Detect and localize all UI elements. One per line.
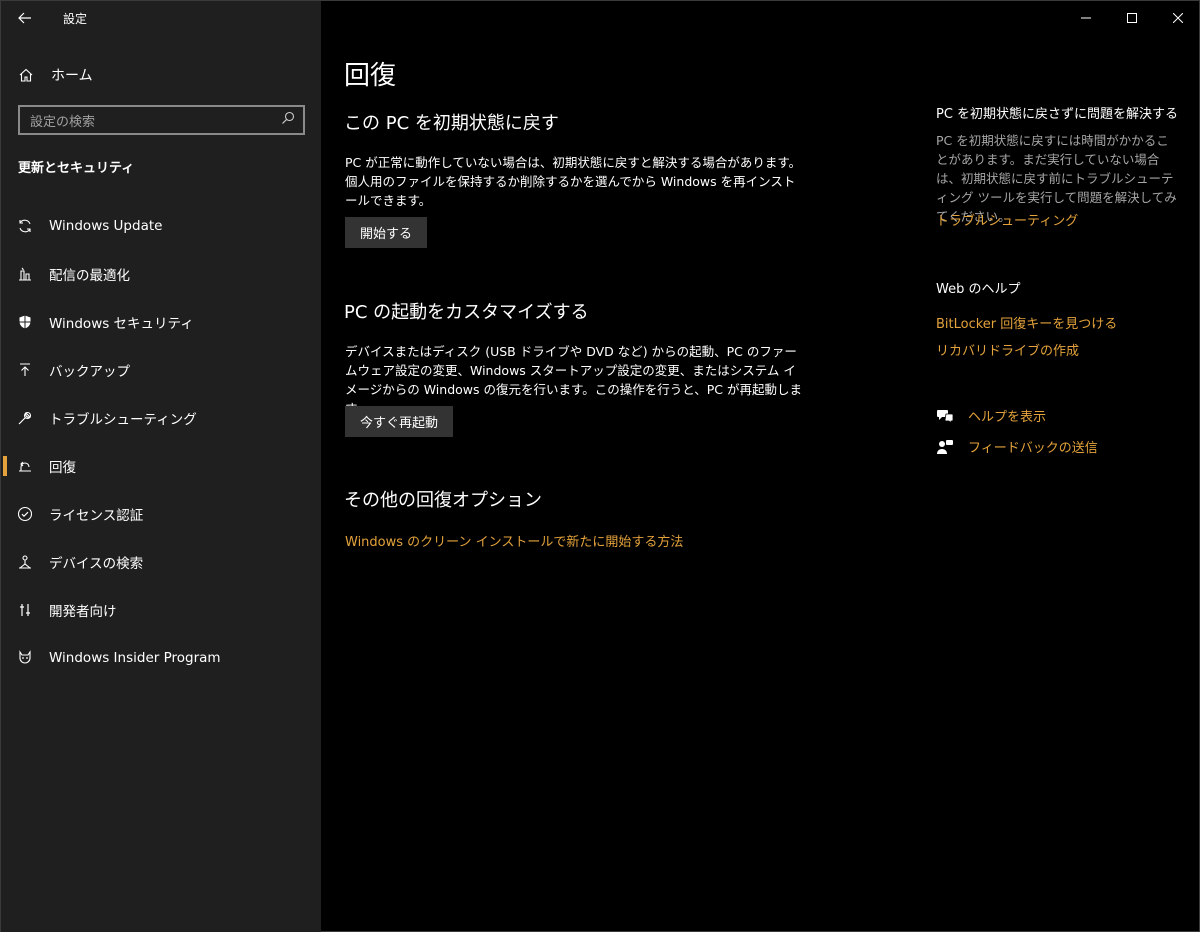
sidebar-item-label: Windows セキュリティ [49,316,194,332]
sidebar-item-label: 回復 [49,460,76,476]
reset-heading: この PC を初期状態に戻す [344,113,559,134]
sidebar-item-backup[interactable]: バックアップ [1,346,321,394]
sidebar-item-troubleshoot[interactable]: トラブルシューティング [1,394,321,442]
sidebar-item-recovery[interactable]: 回復 [1,442,321,490]
advanced-startup-heading: PC の起動をカスタマイズする [344,302,589,323]
feedback-icon [936,439,966,455]
web-help-heading: Web のヘルプ [936,282,1021,297]
sidebar-item-label: 開発者向け [49,604,117,620]
troubleshoot-link[interactable]: トラブルシューティング [936,210,1078,229]
title-bar: 設定 [1,1,321,35]
sidebar-item-windows-update[interactable]: Windows Update [1,202,321,250]
sidebar-item-label: 配信の最適化 [49,268,130,284]
sidebar-item-label: バックアップ [49,364,130,380]
delivery-optimization-icon [1,266,49,282]
sidebar-item-insider[interactable]: Windows Insider Program [1,634,321,682]
check-circle-icon [1,506,49,522]
sidebar-item-windows-security[interactable]: Windows セキュリティ [1,298,321,346]
close-button[interactable] [1155,1,1200,35]
section-heading: 更新とセキュリティ [18,161,135,176]
sidebar-nav: Windows Update 配信の最適化 Windows セキュリティ バック… [1,202,321,682]
sidebar-item-label: デバイスの検索 [49,556,144,572]
find-device-icon [1,554,49,570]
close-icon [1173,13,1183,23]
send-feedback-link[interactable]: フィードバックの送信 [936,437,1098,456]
search-placeholder: 設定の検索 [30,114,96,130]
window-controls [1063,1,1200,35]
bitlocker-key-link[interactable]: BitLocker 回復キーを見つける [936,313,1117,332]
sidebar-item-label: Windows Update [49,218,163,234]
recovery-icon [1,458,49,474]
get-help-label: ヘルプを表示 [968,410,1047,425]
restart-now-button[interactable]: 今すぐ再起動 [345,406,454,437]
backup-icon [1,362,49,378]
sidebar: 設定 ホーム 設定の検索 更新とセキュリティ Windows Update 配信… [1,1,321,932]
app-title: 設定 [63,11,88,26]
maximize-icon [1127,13,1137,23]
sidebar-item-activation[interactable]: ライセンス認証 [1,490,321,538]
settings-window: 設定 ホーム 設定の検索 更新とセキュリティ Windows Update 配信… [0,0,1200,932]
home-label: ホーム [51,68,93,84]
insider-cat-icon [1,650,49,666]
back-button[interactable] [1,1,49,35]
sidebar-item-label: トラブルシューティング [49,412,197,428]
sidebar-item-developer[interactable]: 開発者向け [1,586,321,634]
sync-icon [1,218,49,234]
send-feedback-label: フィードバックの送信 [968,441,1098,456]
home-nav-item[interactable]: ホーム [1,57,321,93]
back-arrow-icon [18,12,31,24]
sidebar-item-label: Windows Insider Program [49,650,221,666]
help-chat-icon [936,408,966,424]
get-help-link[interactable]: ヘルプを表示 [936,406,1046,425]
main-content: 回復 この PC を初期状態に戻す PC が正常に動作していない場合は、初期状態… [321,1,1200,932]
minimize-icon [1081,17,1091,19]
wrench-icon [1,410,49,426]
reset-description: PC が正常に動作していない場合は、初期状態に戻すと解決する場合があります。個人… [345,155,802,208]
developer-icon [1,602,49,618]
maximize-button[interactable] [1109,1,1155,35]
sidebar-item-label: ライセンス認証 [49,508,144,524]
sidebar-item-find-device[interactable]: デバイスの検索 [1,538,321,586]
recovery-drive-link[interactable]: リカバリドライブの作成 [936,340,1079,359]
reset-start-button[interactable]: 開始する [345,217,428,248]
page-title: 回復 [344,61,397,91]
search-box[interactable]: 設定の検索 [18,105,305,135]
home-icon [1,67,51,83]
sidebar-item-delivery-optimization[interactable]: 配信の最適化 [1,250,321,298]
clean-install-link[interactable]: Windows のクリーン インストールで新たに開始する方法 [345,531,683,550]
shield-icon [1,314,49,330]
search-icon [281,111,295,129]
minimize-button[interactable] [1063,1,1109,35]
fix-without-reset-heading: PC を初期状態に戻さずに問題を解決する [936,107,1179,122]
more-options-heading: その他の回復オプション [344,490,542,511]
